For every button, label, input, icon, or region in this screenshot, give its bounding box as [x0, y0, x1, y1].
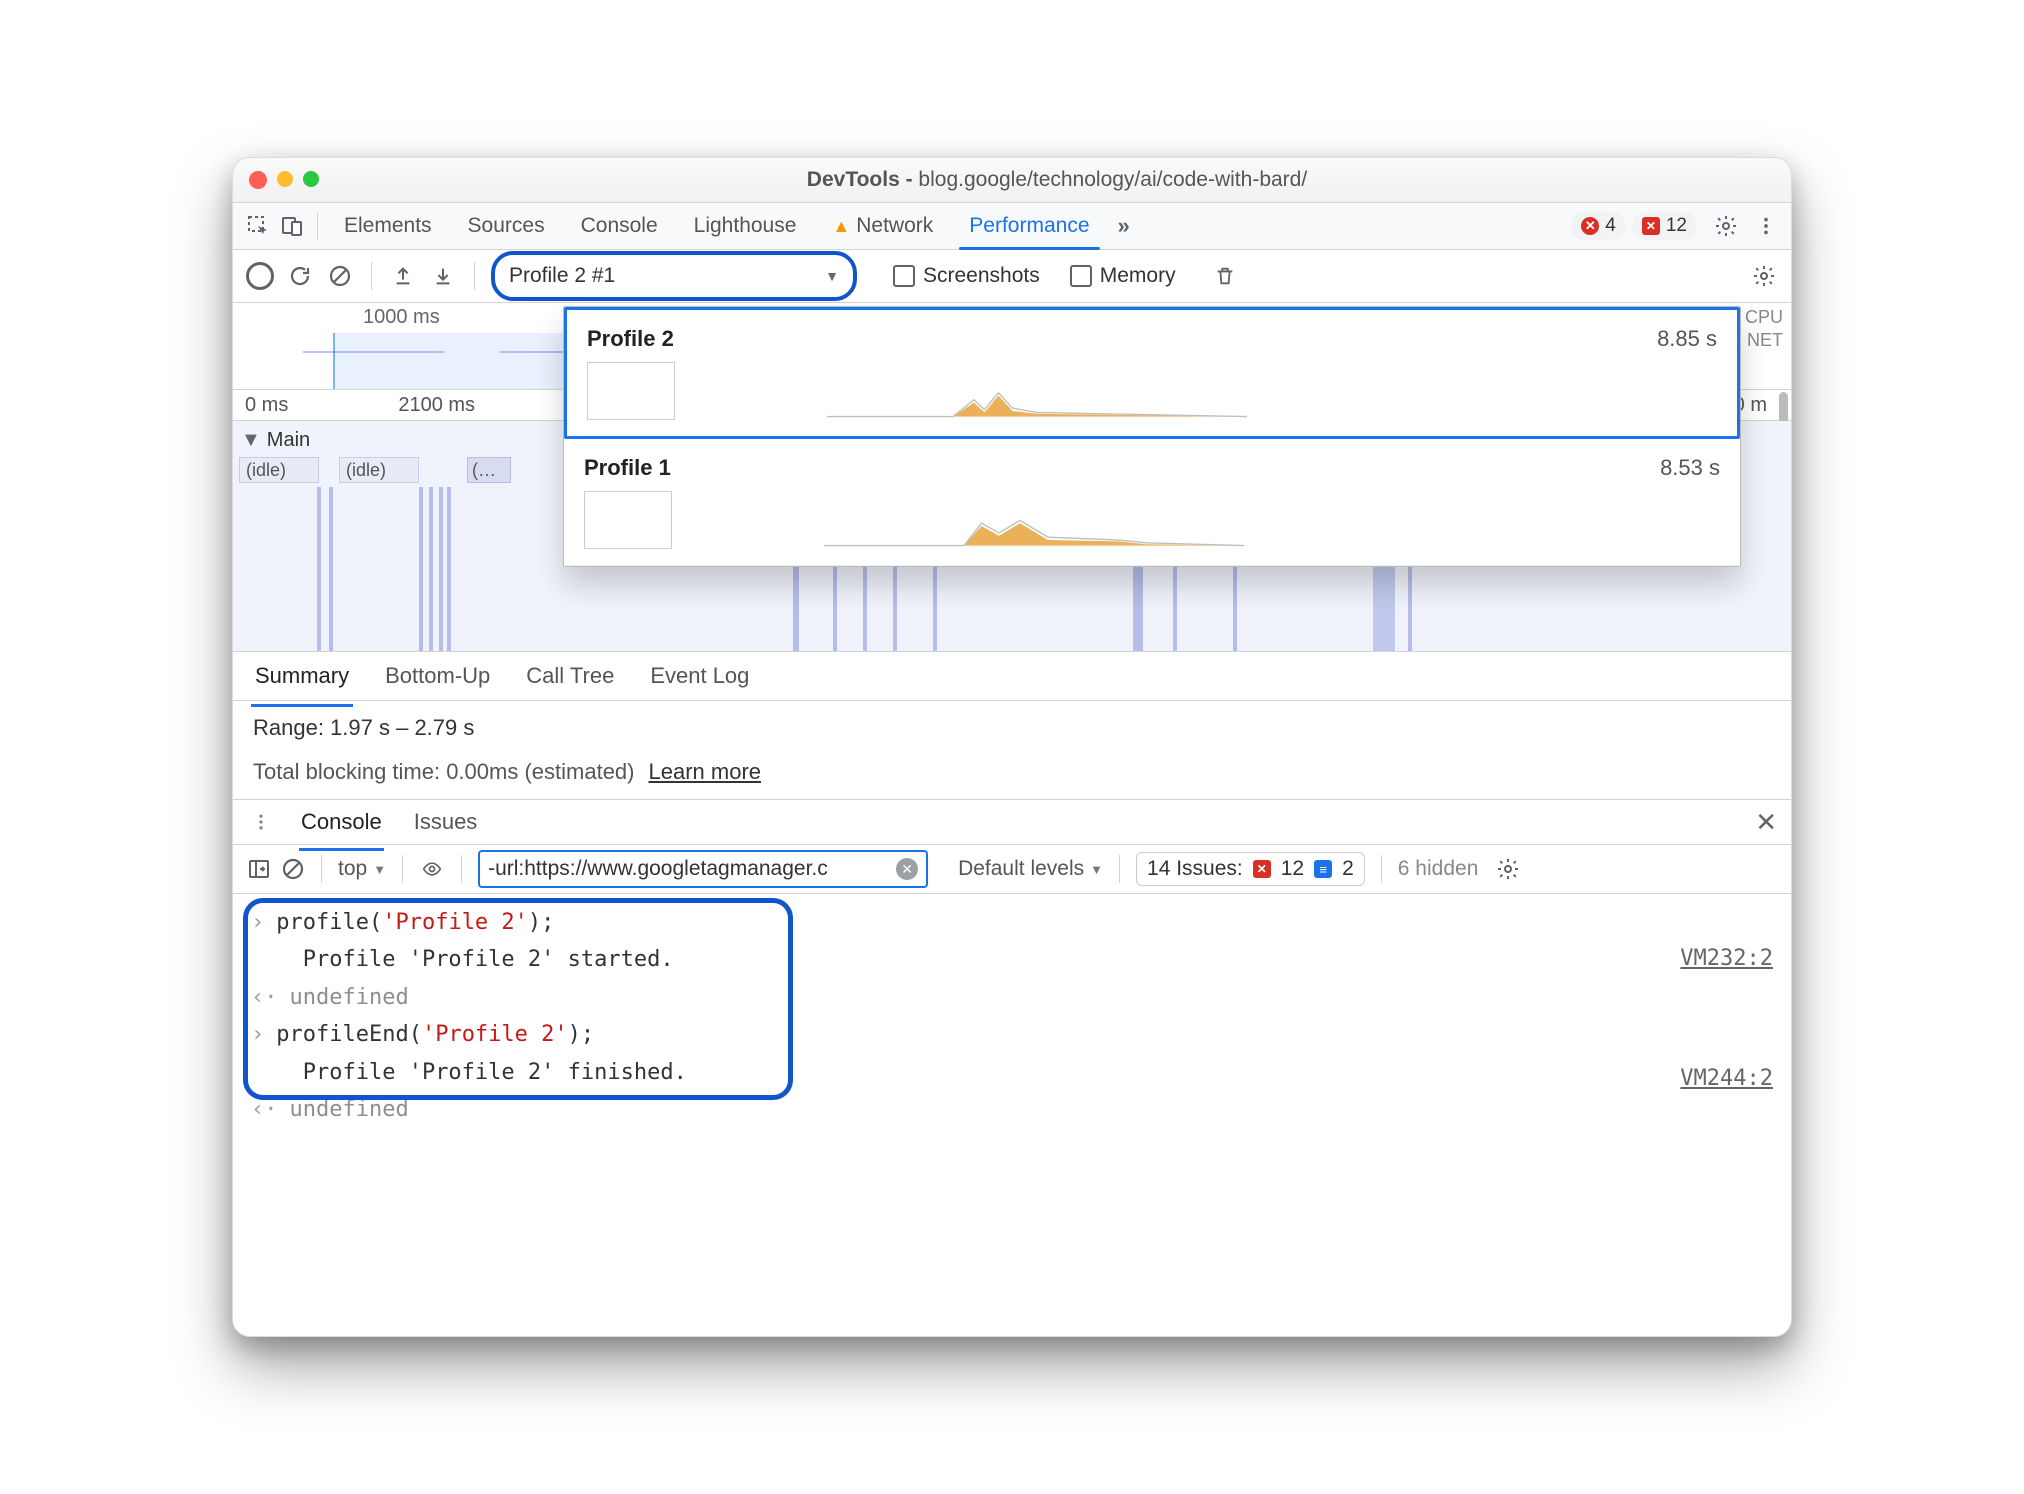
details-subtabs: Summary Bottom-Up Call Tree Event Log: [233, 652, 1791, 701]
info-square-icon: ≡: [1314, 860, 1332, 878]
subtab-event-log[interactable]: Event Log: [646, 657, 753, 695]
drawer-tab-issues[interactable]: Issues: [412, 803, 480, 841]
console-input-line: ›profile('Profile 2');: [251, 904, 1773, 941]
profile-duration: 8.85 s: [1657, 326, 1717, 352]
tbt-text: Total blocking time: 0.00ms (estimated): [253, 759, 635, 785]
console-sidebar-toggle-icon[interactable]: [247, 857, 271, 881]
idle-block-1[interactable]: (idle): [239, 457, 319, 483]
hidden-count[interactable]: 6 hidden: [1398, 857, 1479, 881]
tab-elements[interactable]: Elements: [326, 203, 450, 249]
clear-filter-icon[interactable]: ✕: [896, 858, 918, 880]
profile-thumbnail: [587, 362, 675, 420]
minimize-window-button[interactable]: [277, 171, 293, 187]
settings-gear-icon[interactable]: [1709, 209, 1743, 243]
traffic-lights: [249, 171, 319, 189]
tab-lighthouse[interactable]: Lighthouse: [676, 203, 815, 249]
tab-sources[interactable]: Sources: [450, 203, 563, 249]
console-settings-gear-icon[interactable]: [1496, 857, 1520, 881]
filter-value: -url:https://www.googletagmanager.c: [488, 857, 828, 881]
drawer-kebab-icon[interactable]: [251, 812, 271, 832]
console-toolbar: top▼ -url:https://www.googletagmanager.c…: [233, 845, 1791, 894]
profile-history-item-2[interactable]: Profile 1 8.53 s: [564, 439, 1740, 566]
warning-icon: ▲: [832, 216, 850, 237]
device-mode-icon[interactable]: [275, 209, 309, 243]
close-window-button[interactable]: [249, 171, 267, 189]
window-title: DevTools - blog.google/technology/ai/cod…: [339, 168, 1775, 192]
drawer-close-icon[interactable]: ✕: [1755, 807, 1777, 838]
record-button[interactable]: [245, 261, 275, 291]
issue-count-badge[interactable]: ✕12: [1632, 212, 1697, 240]
clear-button[interactable]: [325, 261, 355, 291]
tab-performance[interactable]: Performance: [951, 203, 1107, 249]
profile-name: Profile 2: [587, 326, 674, 352]
profile-history-dropdown: Profile 2 8.85 s Profile 1 8.53 s: [563, 306, 1741, 567]
log-levels-selector[interactable]: Default levels▼: [958, 857, 1103, 881]
zoom-window-button[interactable]: [303, 171, 319, 187]
upload-profile-icon[interactable]: [388, 261, 418, 291]
task-block[interactable]: (…: [467, 457, 511, 483]
cpu-spark-icon: [827, 390, 1247, 418]
drawer-tabbar: Console Issues ✕: [233, 800, 1791, 845]
profile-select-dropdown[interactable]: Profile 2 #1 ▼: [491, 251, 857, 301]
capture-settings-gear-icon[interactable]: [1749, 261, 1779, 291]
subtab-summary[interactable]: Summary: [251, 657, 353, 695]
overview-track-labels: CPUNET: [1745, 307, 1783, 351]
tab-console[interactable]: Console: [563, 203, 676, 249]
console-input-line: ›profileEnd('Profile 2');: [251, 1016, 1773, 1053]
main-tabbar: Elements Sources Console Lighthouse ▲Net…: [233, 203, 1791, 250]
main-thread-label[interactable]: ▼Main: [241, 429, 310, 452]
idle-block-2[interactable]: (idle): [339, 457, 419, 483]
profile-history-item-1[interactable]: Profile 2 8.85 s: [564, 307, 1740, 439]
console-log-line: Profile 'Profile 2' started.: [251, 941, 1773, 978]
console-output[interactable]: VM232:2 VM244:2 ›profile('Profile 2'); P…: [233, 894, 1791, 1148]
trash-icon[interactable]: [1210, 261, 1240, 291]
tbt-row: Total blocking time: 0.00ms (estimated) …: [233, 751, 1791, 800]
devtools-window: DevTools - blog.google/technology/ai/cod…: [232, 157, 1792, 1337]
memory-checkbox[interactable]: Memory: [1070, 264, 1176, 288]
profile-select-value: Profile 2 #1: [509, 264, 615, 288]
error-count-badge[interactable]: ✕4: [1571, 212, 1626, 240]
subtab-bottom-up[interactable]: Bottom-Up: [381, 657, 494, 695]
titlebar: DevTools - blog.google/technology/ai/cod…: [233, 158, 1791, 203]
kebab-menu-icon[interactable]: [1749, 209, 1783, 243]
console-return-line: ‹·undefined: [251, 1091, 1773, 1128]
profile-name: Profile 1: [584, 455, 671, 481]
more-tabs-icon[interactable]: »: [1108, 213, 1140, 239]
chevron-down-icon: ▼: [825, 268, 839, 284]
issues-counter[interactable]: 14 Issues: ✕12 ≡2: [1136, 852, 1365, 886]
download-profile-icon[interactable]: [428, 261, 458, 291]
drawer-tab-console[interactable]: Console: [299, 803, 384, 841]
clear-console-icon[interactable]: [281, 857, 305, 881]
error-circle-icon: ✕: [1581, 217, 1599, 235]
live-expression-eye-icon[interactable]: [419, 859, 445, 879]
profile-thumbnail: [584, 491, 672, 549]
performance-toolbar: Profile 2 #1 ▼ Screenshots Memory: [233, 250, 1791, 303]
reload-record-button[interactable]: [285, 261, 315, 291]
screenshots-checkbox[interactable]: Screenshots: [893, 264, 1040, 288]
console-filter-input[interactable]: -url:https://www.googletagmanager.c ✕: [478, 850, 928, 888]
error-square-icon: ✕: [1253, 860, 1271, 878]
cpu-spark-icon: [824, 519, 1244, 547]
inspect-element-icon[interactable]: [241, 209, 275, 243]
tab-network[interactable]: ▲Network: [814, 203, 951, 249]
source-link-1[interactable]: VM232:2: [1680, 940, 1773, 977]
source-link-2[interactable]: VM244:2: [1680, 1060, 1773, 1097]
learn-more-link[interactable]: Learn more: [649, 759, 762, 785]
error-square-icon: ✕: [1642, 217, 1660, 235]
console-return-line: ‹·undefined: [251, 979, 1773, 1016]
subtab-call-tree[interactable]: Call Tree: [522, 657, 618, 695]
range-text: Range: 1.97 s – 2.79 s: [233, 701, 1791, 751]
console-log-line: Profile 'Profile 2' finished.: [251, 1054, 1773, 1091]
execution-context-selector[interactable]: top▼: [338, 857, 386, 881]
profile-duration: 8.53 s: [1660, 455, 1720, 481]
